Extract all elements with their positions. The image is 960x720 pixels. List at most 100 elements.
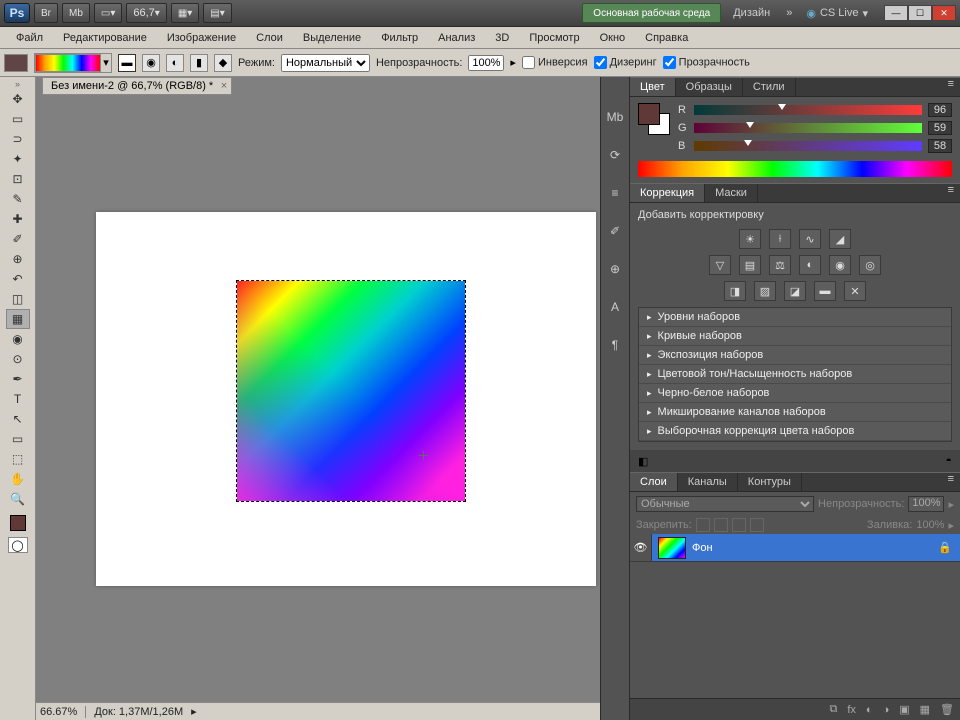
eyedropper-tool[interactable]: ✎ bbox=[6, 189, 30, 209]
screen-mode-button[interactable]: ▭▾ bbox=[94, 3, 122, 23]
extras-button[interactable]: ▤▾ bbox=[203, 3, 231, 23]
invert-icon[interactable]: ◨ bbox=[724, 281, 746, 301]
brush-icon[interactable]: ✐ bbox=[605, 221, 625, 241]
gradient-picker[interactable] bbox=[35, 54, 101, 72]
layers-menu[interactable]: ≡ bbox=[942, 473, 960, 491]
hand-tool[interactable]: ✋ bbox=[6, 469, 30, 489]
window-close[interactable]: ✕ bbox=[932, 5, 956, 21]
paragraph-icon[interactable]: ¶ bbox=[605, 335, 625, 355]
workspace-switcher[interactable]: Основная рабочая среда bbox=[582, 3, 721, 23]
angle-gradient-icon[interactable]: ◐ bbox=[166, 54, 184, 72]
window-minimize[interactable]: — bbox=[884, 5, 908, 21]
arrange-button[interactable]: ▦▾ bbox=[171, 3, 199, 23]
group-icon[interactable]: ▣ bbox=[899, 703, 909, 716]
linear-gradient-icon[interactable]: ▬ bbox=[118, 54, 136, 72]
lock-position[interactable] bbox=[732, 518, 746, 532]
curves-icon[interactable]: ∿ bbox=[799, 229, 821, 249]
photo-filter-icon[interactable]: ◉ bbox=[829, 255, 851, 275]
type-tool[interactable]: T bbox=[6, 389, 30, 409]
diamond-gradient-icon[interactable]: ◆ bbox=[214, 54, 232, 72]
layer-name[interactable]: Фон bbox=[692, 542, 713, 554]
canvas[interactable] bbox=[96, 212, 596, 586]
menu-image[interactable]: Изображение bbox=[157, 29, 246, 47]
layer-row[interactable]: 👁 Фон 🔒 bbox=[630, 534, 960, 562]
adjustments-menu[interactable]: ≡ bbox=[942, 184, 960, 202]
zoom-tool[interactable]: 🔍 bbox=[6, 489, 30, 509]
adj-footer-icon2[interactable]: ◓ bbox=[945, 455, 952, 467]
fill-value[interactable]: 100% bbox=[916, 519, 944, 531]
radial-gradient-icon[interactable]: ◉ bbox=[142, 54, 160, 72]
preset-item[interactable]: Цветовой тон/Насыщенность наборов bbox=[639, 365, 951, 384]
vibrance-icon[interactable]: ▽ bbox=[709, 255, 731, 275]
tab-color[interactable]: Цвет bbox=[630, 78, 676, 96]
menu-3d[interactable]: 3D bbox=[485, 29, 519, 47]
preset-item[interactable]: Экспозиция наборов bbox=[639, 346, 951, 365]
lock-all[interactable] bbox=[750, 518, 764, 532]
gradient-tool[interactable]: ▦ bbox=[6, 309, 30, 329]
actions-icon[interactable]: ≡ bbox=[605, 183, 625, 203]
document-tab[interactable]: Без имени-2 @ 66,7% (RGB/8) * × bbox=[42, 77, 232, 95]
balance-icon[interactable]: ⚖ bbox=[769, 255, 791, 275]
tab-adjustments[interactable]: Коррекция bbox=[630, 184, 705, 202]
gradient-map-icon[interactable]: ▬ bbox=[814, 281, 836, 301]
menu-filter[interactable]: Фильтр bbox=[371, 29, 428, 47]
adj-footer-icon[interactable]: ◧ bbox=[638, 455, 648, 468]
quickmask-toggle[interactable]: ◯ bbox=[8, 537, 28, 553]
brush-tool[interactable]: ✐ bbox=[6, 229, 30, 249]
visibility-icon[interactable]: 👁 bbox=[630, 534, 652, 561]
marquee-tool[interactable]: ▭ bbox=[6, 109, 30, 129]
clone-icon[interactable]: ⊕ bbox=[605, 259, 625, 279]
3d-tool[interactable]: ⬚ bbox=[6, 449, 30, 469]
wand-tool[interactable]: ✦ bbox=[6, 149, 30, 169]
minibridge-icon[interactable]: Mb bbox=[605, 107, 625, 127]
lasso-tool[interactable]: ⊃ bbox=[6, 129, 30, 149]
mask-icon[interactable]: ◐ bbox=[866, 704, 873, 716]
more-workspaces[interactable]: » bbox=[782, 7, 796, 19]
posterize-icon[interactable]: ▨ bbox=[754, 281, 776, 301]
blend-mode-select[interactable]: Нормальный bbox=[281, 54, 370, 72]
hue-icon[interactable]: ▤ bbox=[739, 255, 761, 275]
tab-layers[interactable]: Слои bbox=[630, 473, 678, 491]
design-workspace[interactable]: Дизайн bbox=[725, 7, 778, 19]
history-icon[interactable]: ⟳ bbox=[605, 145, 625, 165]
transparency-check[interactable]: Прозрачность bbox=[663, 56, 750, 69]
stamp-tool[interactable]: ⊕ bbox=[6, 249, 30, 269]
b-value[interactable]: 58 bbox=[928, 139, 952, 153]
fx-icon[interactable]: fx bbox=[847, 704, 856, 716]
menu-window[interactable]: Окно bbox=[590, 29, 636, 47]
tab-styles[interactable]: Стили bbox=[743, 78, 796, 96]
new-layer-icon[interactable]: ▦ bbox=[920, 703, 930, 716]
preset-item[interactable]: Кривые наборов bbox=[639, 327, 951, 346]
tab-paths[interactable]: Контуры bbox=[738, 473, 802, 491]
color-swatches[interactable] bbox=[638, 103, 670, 135]
dither-check[interactable]: Дизеринг bbox=[594, 56, 657, 69]
link-icon[interactable]: ⧉ bbox=[829, 703, 837, 716]
selective-icon[interactable]: ✕ bbox=[844, 281, 866, 301]
reverse-check[interactable]: Инверсия bbox=[522, 56, 588, 69]
character-icon[interactable]: A bbox=[605, 297, 625, 317]
preset-item[interactable]: Микширование каналов наборов bbox=[639, 403, 951, 422]
menu-view[interactable]: Просмотр bbox=[519, 29, 589, 47]
window-maximize[interactable]: ☐ bbox=[908, 5, 932, 21]
dodge-tool[interactable]: ⊙ bbox=[6, 349, 30, 369]
opacity-arrow[interactable]: ▸ bbox=[510, 56, 516, 69]
trash-icon[interactable]: 🗑 bbox=[940, 703, 954, 716]
opacity-arrow2[interactable]: ▸ bbox=[948, 498, 954, 511]
layer-opacity-value[interactable]: 100% bbox=[908, 496, 944, 512]
preset-item[interactable]: Выборочная коррекция цвета наборов bbox=[639, 422, 951, 441]
path-tool[interactable]: ↖ bbox=[6, 409, 30, 429]
menu-analysis[interactable]: Анализ bbox=[428, 29, 485, 47]
foreground-swatch[interactable] bbox=[638, 103, 660, 125]
opacity-input[interactable] bbox=[468, 55, 504, 71]
close-tab-icon[interactable]: × bbox=[221, 80, 227, 92]
shape-tool[interactable]: ▭ bbox=[6, 429, 30, 449]
lock-transparent[interactable] bbox=[696, 518, 710, 532]
minibridge-button[interactable]: Mb bbox=[62, 3, 90, 23]
color-ramp[interactable] bbox=[638, 161, 952, 177]
history-brush-tool[interactable]: ↶ bbox=[6, 269, 30, 289]
healing-tool[interactable]: ✚ bbox=[6, 209, 30, 229]
g-value[interactable]: 59 bbox=[928, 121, 952, 135]
tool-preset[interactable] bbox=[4, 54, 28, 72]
move-tool[interactable]: ✥ bbox=[6, 89, 30, 109]
bw-icon[interactable]: ◐ bbox=[799, 255, 821, 275]
